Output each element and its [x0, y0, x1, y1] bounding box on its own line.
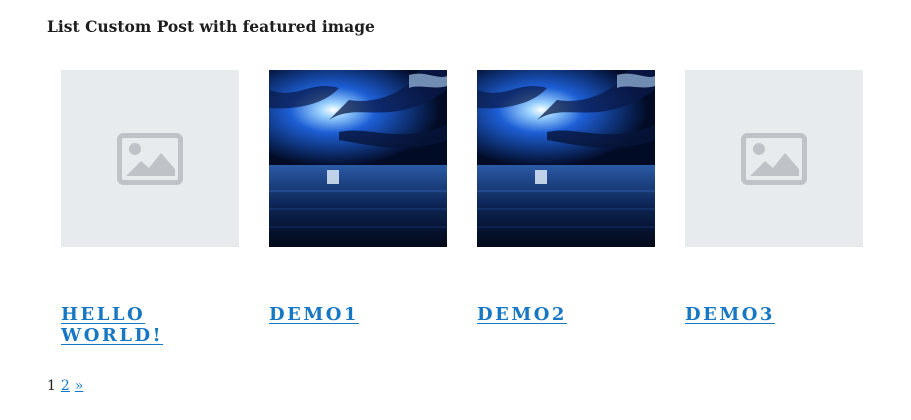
post-card: demo1 [269, 70, 447, 346]
post-title-link[interactable]: demo1 [269, 304, 389, 325]
post-title-link[interactable]: Hello world! [61, 304, 181, 346]
post-title-link[interactable]: demo3 [685, 304, 805, 325]
pagination-next[interactable]: » [75, 378, 84, 394]
post-card: demo2 [477, 70, 655, 346]
pagination: 1 2 » [47, 378, 83, 394]
post-thumbnail-photo[interactable] [269, 70, 447, 247]
block-title: List Custom Post with featured image [47, 17, 375, 36]
placeholder-image-icon [117, 132, 183, 185]
night-sea-sky-photo [269, 70, 447, 247]
post-thumbnail-placeholder[interactable] [685, 70, 863, 247]
pagination-current-page: 1 [47, 378, 56, 394]
post-thumbnail-placeholder[interactable] [61, 70, 239, 247]
pagination-page-2[interactable]: 2 [61, 378, 70, 394]
placeholder-image-icon [741, 132, 807, 185]
night-sea-sky-photo [477, 70, 655, 247]
post-thumbnail-photo[interactable] [477, 70, 655, 247]
post-card: Hello world! [61, 70, 239, 346]
post-title-link[interactable]: demo2 [477, 304, 597, 325]
post-grid: Hello world! [61, 70, 863, 346]
post-card: demo3 [685, 70, 863, 346]
